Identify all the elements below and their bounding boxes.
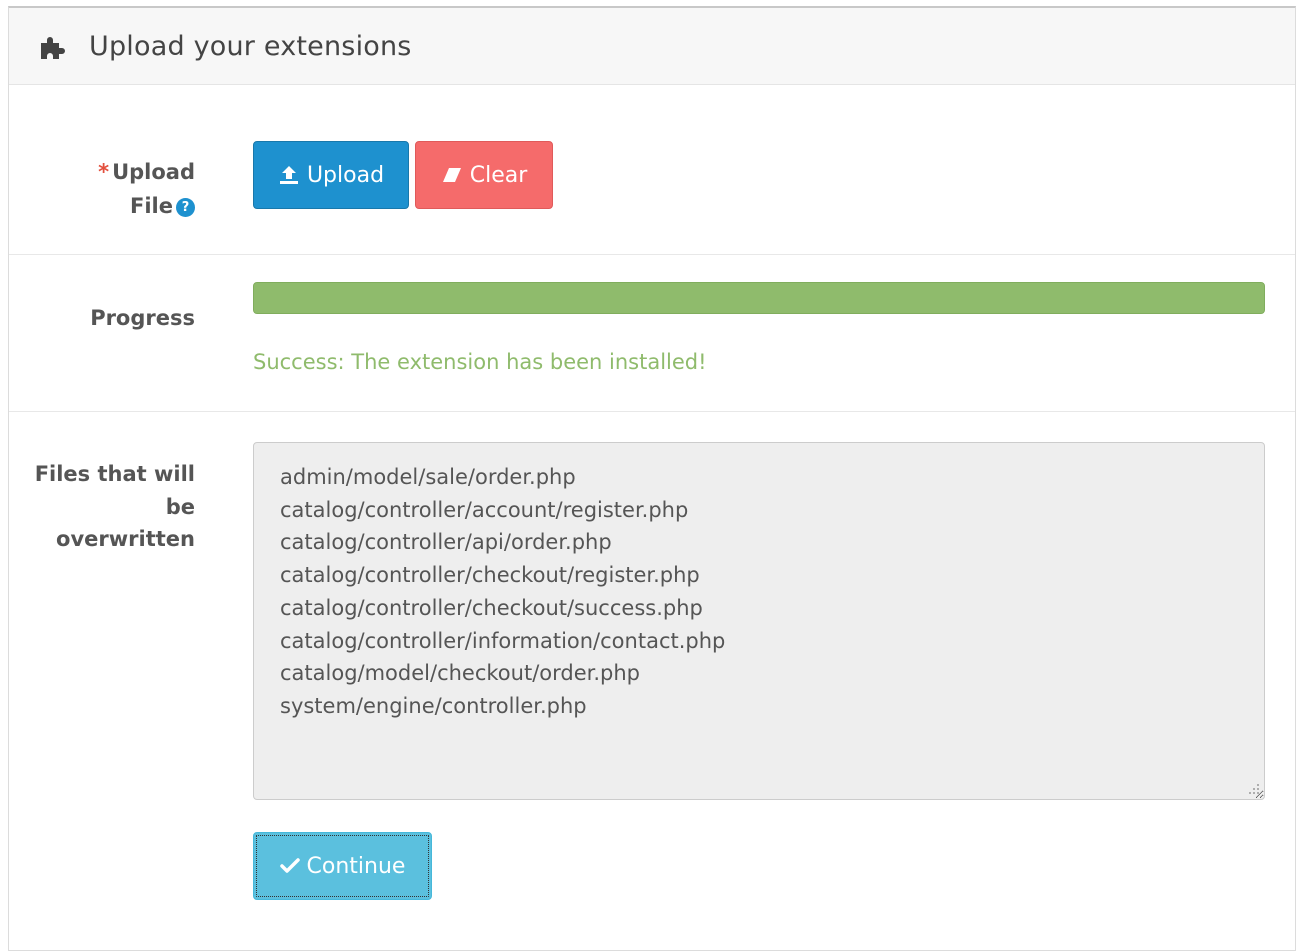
success-message: Success: The extension has been installe… — [253, 350, 707, 374]
file-path: system/engine/controller.php — [280, 693, 587, 718]
overwrite-files-row: Files that will be overwritten admin/mod… — [9, 412, 1295, 952]
overwrite-files-label: Files that will be overwritten — [34, 462, 195, 551]
progress-label: Progress — [90, 306, 195, 330]
page-title: Upload your extensions — [89, 30, 412, 62]
progress-row: Progress Success: The extension has been… — [9, 256, 1295, 412]
clear-button[interactable]: Clear — [415, 141, 553, 209]
file-path: admin/model/sale/order.php — [280, 465, 576, 489]
check-icon — [279, 858, 300, 873]
upload-extensions-panel: Upload your extensions * Upload File? Upl… — [8, 6, 1296, 951]
file-path: catalog/controller/information/contact.p… — [280, 628, 726, 653]
file-path: catalog/controller/account/register.php — [280, 497, 689, 522]
upload-button[interactable]: Upload — [253, 141, 409, 209]
file-path: catalog/model/checkout/order.php — [280, 661, 640, 686]
eraser-icon — [442, 168, 461, 182]
upload-file-label: * Upload File? — [98, 160, 195, 218]
progress-bar — [253, 282, 1265, 314]
required-mark: * — [98, 160, 110, 184]
resize-grip-icon[interactable] — [1248, 783, 1260, 795]
help-icon[interactable]: ? — [176, 198, 195, 217]
file-path: catalog/controller/checkout/success.php — [280, 595, 703, 620]
progress-fill — [254, 283, 1264, 313]
overwrite-files-textarea[interactable]: admin/model/sale/order.php catalog/contr… — [253, 442, 1265, 800]
upload-icon — [279, 166, 298, 184]
file-path: catalog/controller/api/order.php — [280, 530, 612, 555]
puzzle-icon — [41, 37, 65, 59]
file-path: catalog/controller/checkout/register.php — [280, 563, 700, 588]
panel-heading: Upload your extensions — [9, 8, 1295, 85]
upload-file-row: * Upload File? Upload Clear — [9, 85, 1295, 255]
continue-button[interactable]: Continue — [253, 832, 432, 900]
